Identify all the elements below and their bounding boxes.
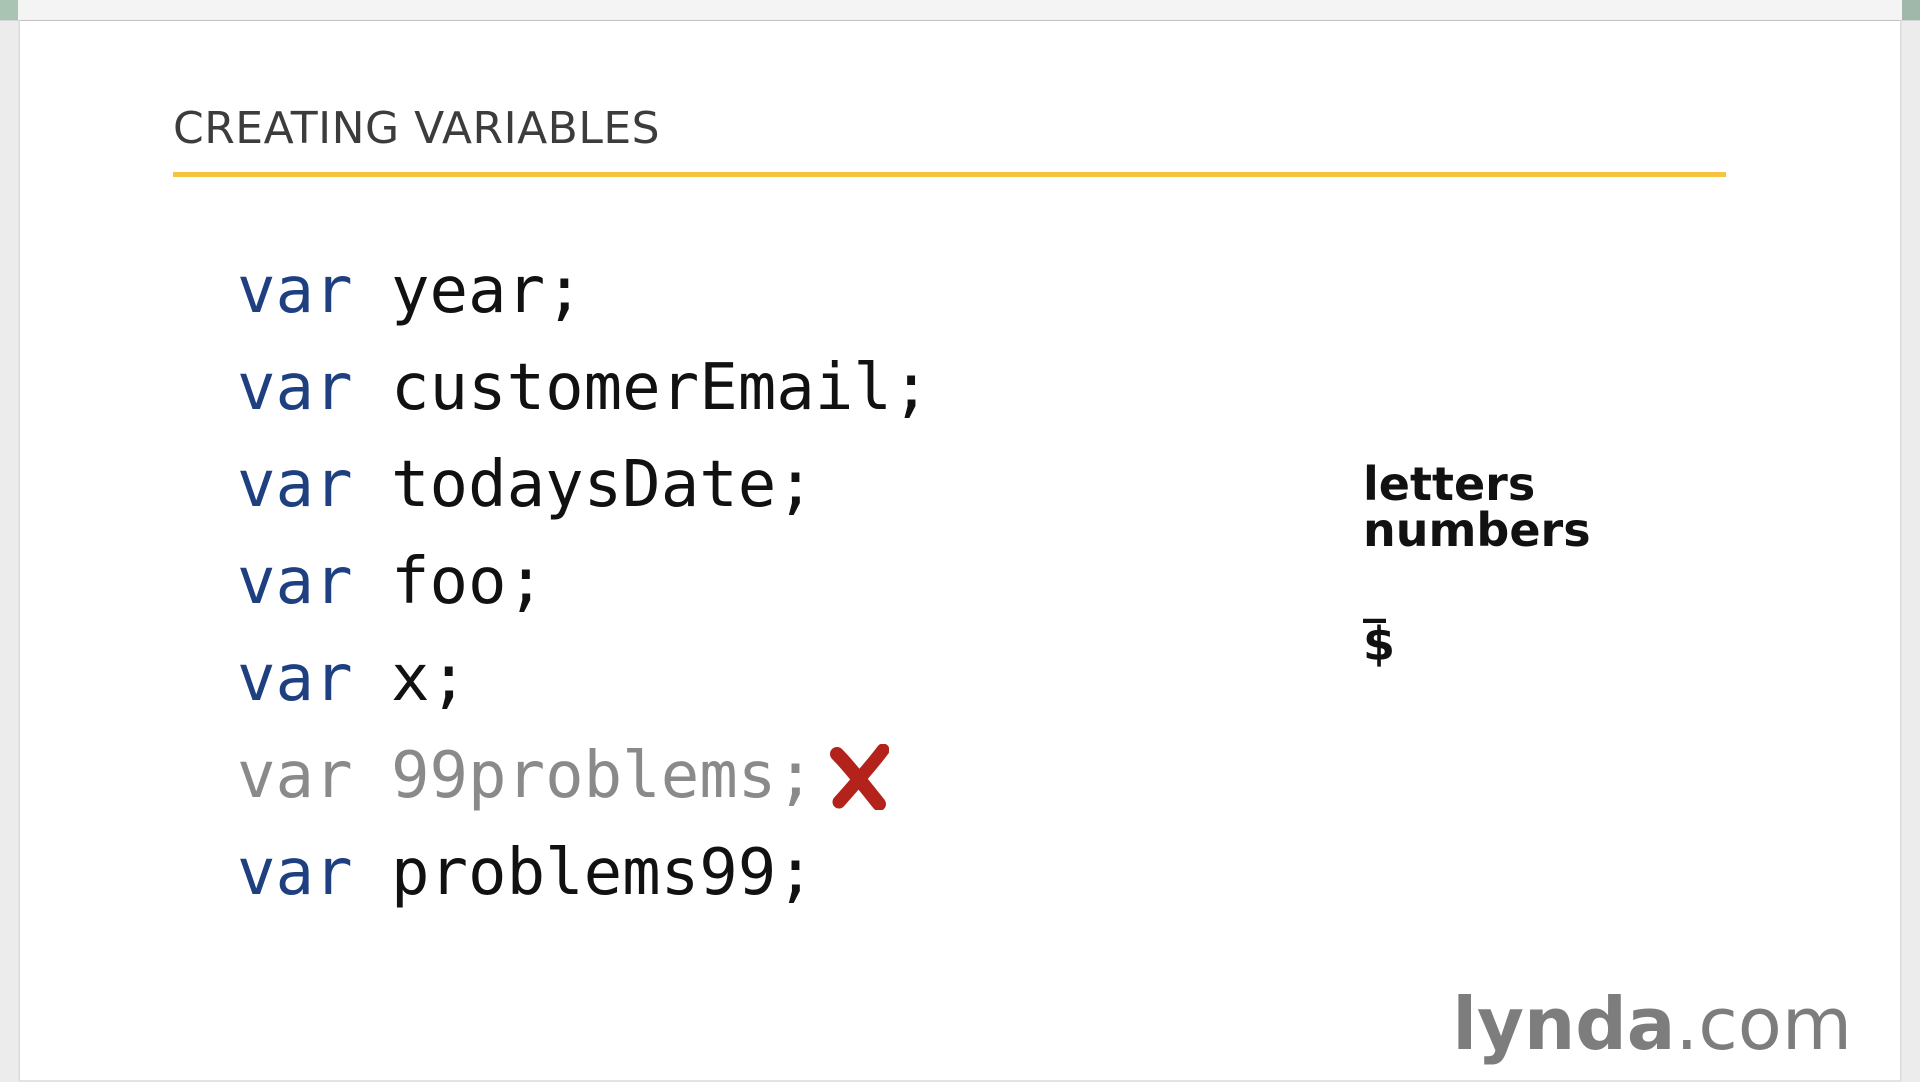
rule-letters: letters — [1363, 457, 1536, 511]
video-frame: CREATING VARIABLES var year; var customerE… — [0, 0, 1920, 1082]
code-line-99problems-invalid: var 99problems; — [237, 728, 930, 825]
code-line-year: var year; — [237, 243, 930, 340]
var-keyword: var — [237, 254, 353, 328]
var-keyword: var — [237, 351, 353, 425]
var-keyword: var — [237, 739, 353, 813]
identifier: foo; — [390, 545, 546, 619]
code-line-x: var x; — [237, 631, 930, 728]
brand-suffix: .com — [1675, 982, 1852, 1066]
identifier: customerEmail; — [390, 351, 931, 425]
lynda-logo: lynda.com — [1452, 982, 1852, 1066]
top-left-corner — [0, 0, 18, 20]
identifier: problems99; — [390, 836, 815, 910]
identifier: x; — [390, 642, 469, 716]
slide-title: CREATING VARIABLES — [173, 103, 661, 154]
code-line-todays-date: var todaysDate; — [237, 437, 930, 534]
var-keyword: var — [237, 836, 353, 910]
var-keyword: var — [237, 642, 353, 716]
allowed-characters: letters numbers _ $ — [1363, 461, 1591, 667]
code-line-problems99: var problems99; — [237, 825, 930, 922]
rule-dollar: $ — [1363, 617, 1396, 671]
slide: CREATING VARIABLES var year; var customerE… — [20, 21, 1900, 1082]
top-right-corner — [1902, 0, 1920, 20]
identifier: year; — [390, 254, 584, 328]
identifier: 99problems; — [390, 739, 815, 813]
title-underline — [173, 172, 1726, 177]
identifier: todaysDate; — [390, 448, 815, 522]
var-keyword: var — [237, 545, 353, 619]
rule-numbers: numbers — [1363, 503, 1591, 557]
var-keyword: var — [237, 448, 353, 522]
brand-name: lynda — [1452, 982, 1676, 1066]
rule-underscore: _ — [1363, 569, 1386, 623]
code-line-foo: var foo; — [237, 534, 930, 631]
x-mark-icon — [829, 743, 889, 810]
top-strip — [0, 0, 1920, 21]
code-line-customer-email: var customerEmail; — [237, 340, 930, 437]
code-block: var year; var customerEmail; var todaysDate… — [237, 243, 930, 922]
